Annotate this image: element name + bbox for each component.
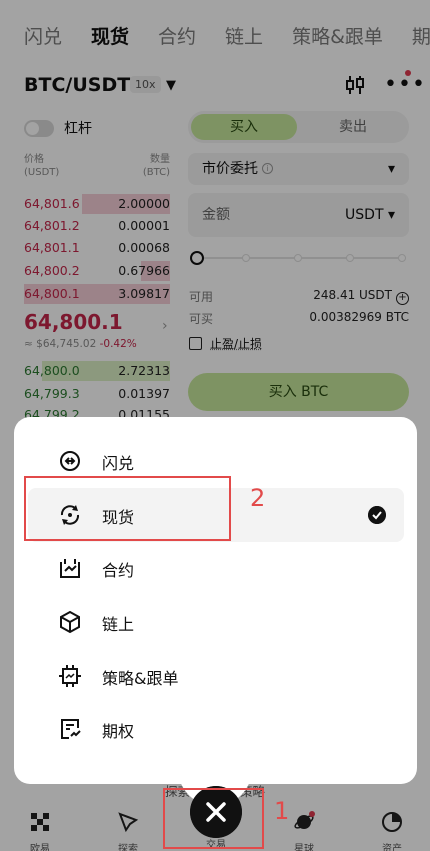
- trade-type-menu: 闪兑 现货 合约 链上 策略&跟单 期权: [14, 417, 417, 784]
- menu-item-label: 期权: [102, 722, 135, 741]
- annotation-box-2: [24, 476, 231, 541]
- menu-item-onchain[interactable]: 链上: [28, 595, 404, 649]
- swap-circle-icon: [60, 451, 80, 471]
- bot-icon: [59, 665, 81, 687]
- menu-item-futures[interactable]: 合约: [28, 541, 404, 595]
- menu-item-label: 合约: [102, 561, 135, 580]
- onchain-cube-icon: [60, 610, 80, 634]
- annotation-number-2: 2: [250, 484, 266, 512]
- menu-item-label: 闪兑: [102, 454, 135, 473]
- contract-icon: [60, 559, 80, 578]
- menu-item-label: 链上: [102, 615, 135, 634]
- menu-item-strategy[interactable]: 策略&跟单: [28, 649, 404, 703]
- menu-item-options[interactable]: 期权: [28, 702, 404, 756]
- annotation-box-1: [163, 788, 264, 849]
- check-icon: [368, 506, 386, 524]
- menu-item-label: 策略&跟单: [102, 669, 179, 688]
- annotation-number-1: 1: [274, 797, 290, 825]
- options-icon: [61, 719, 81, 739]
